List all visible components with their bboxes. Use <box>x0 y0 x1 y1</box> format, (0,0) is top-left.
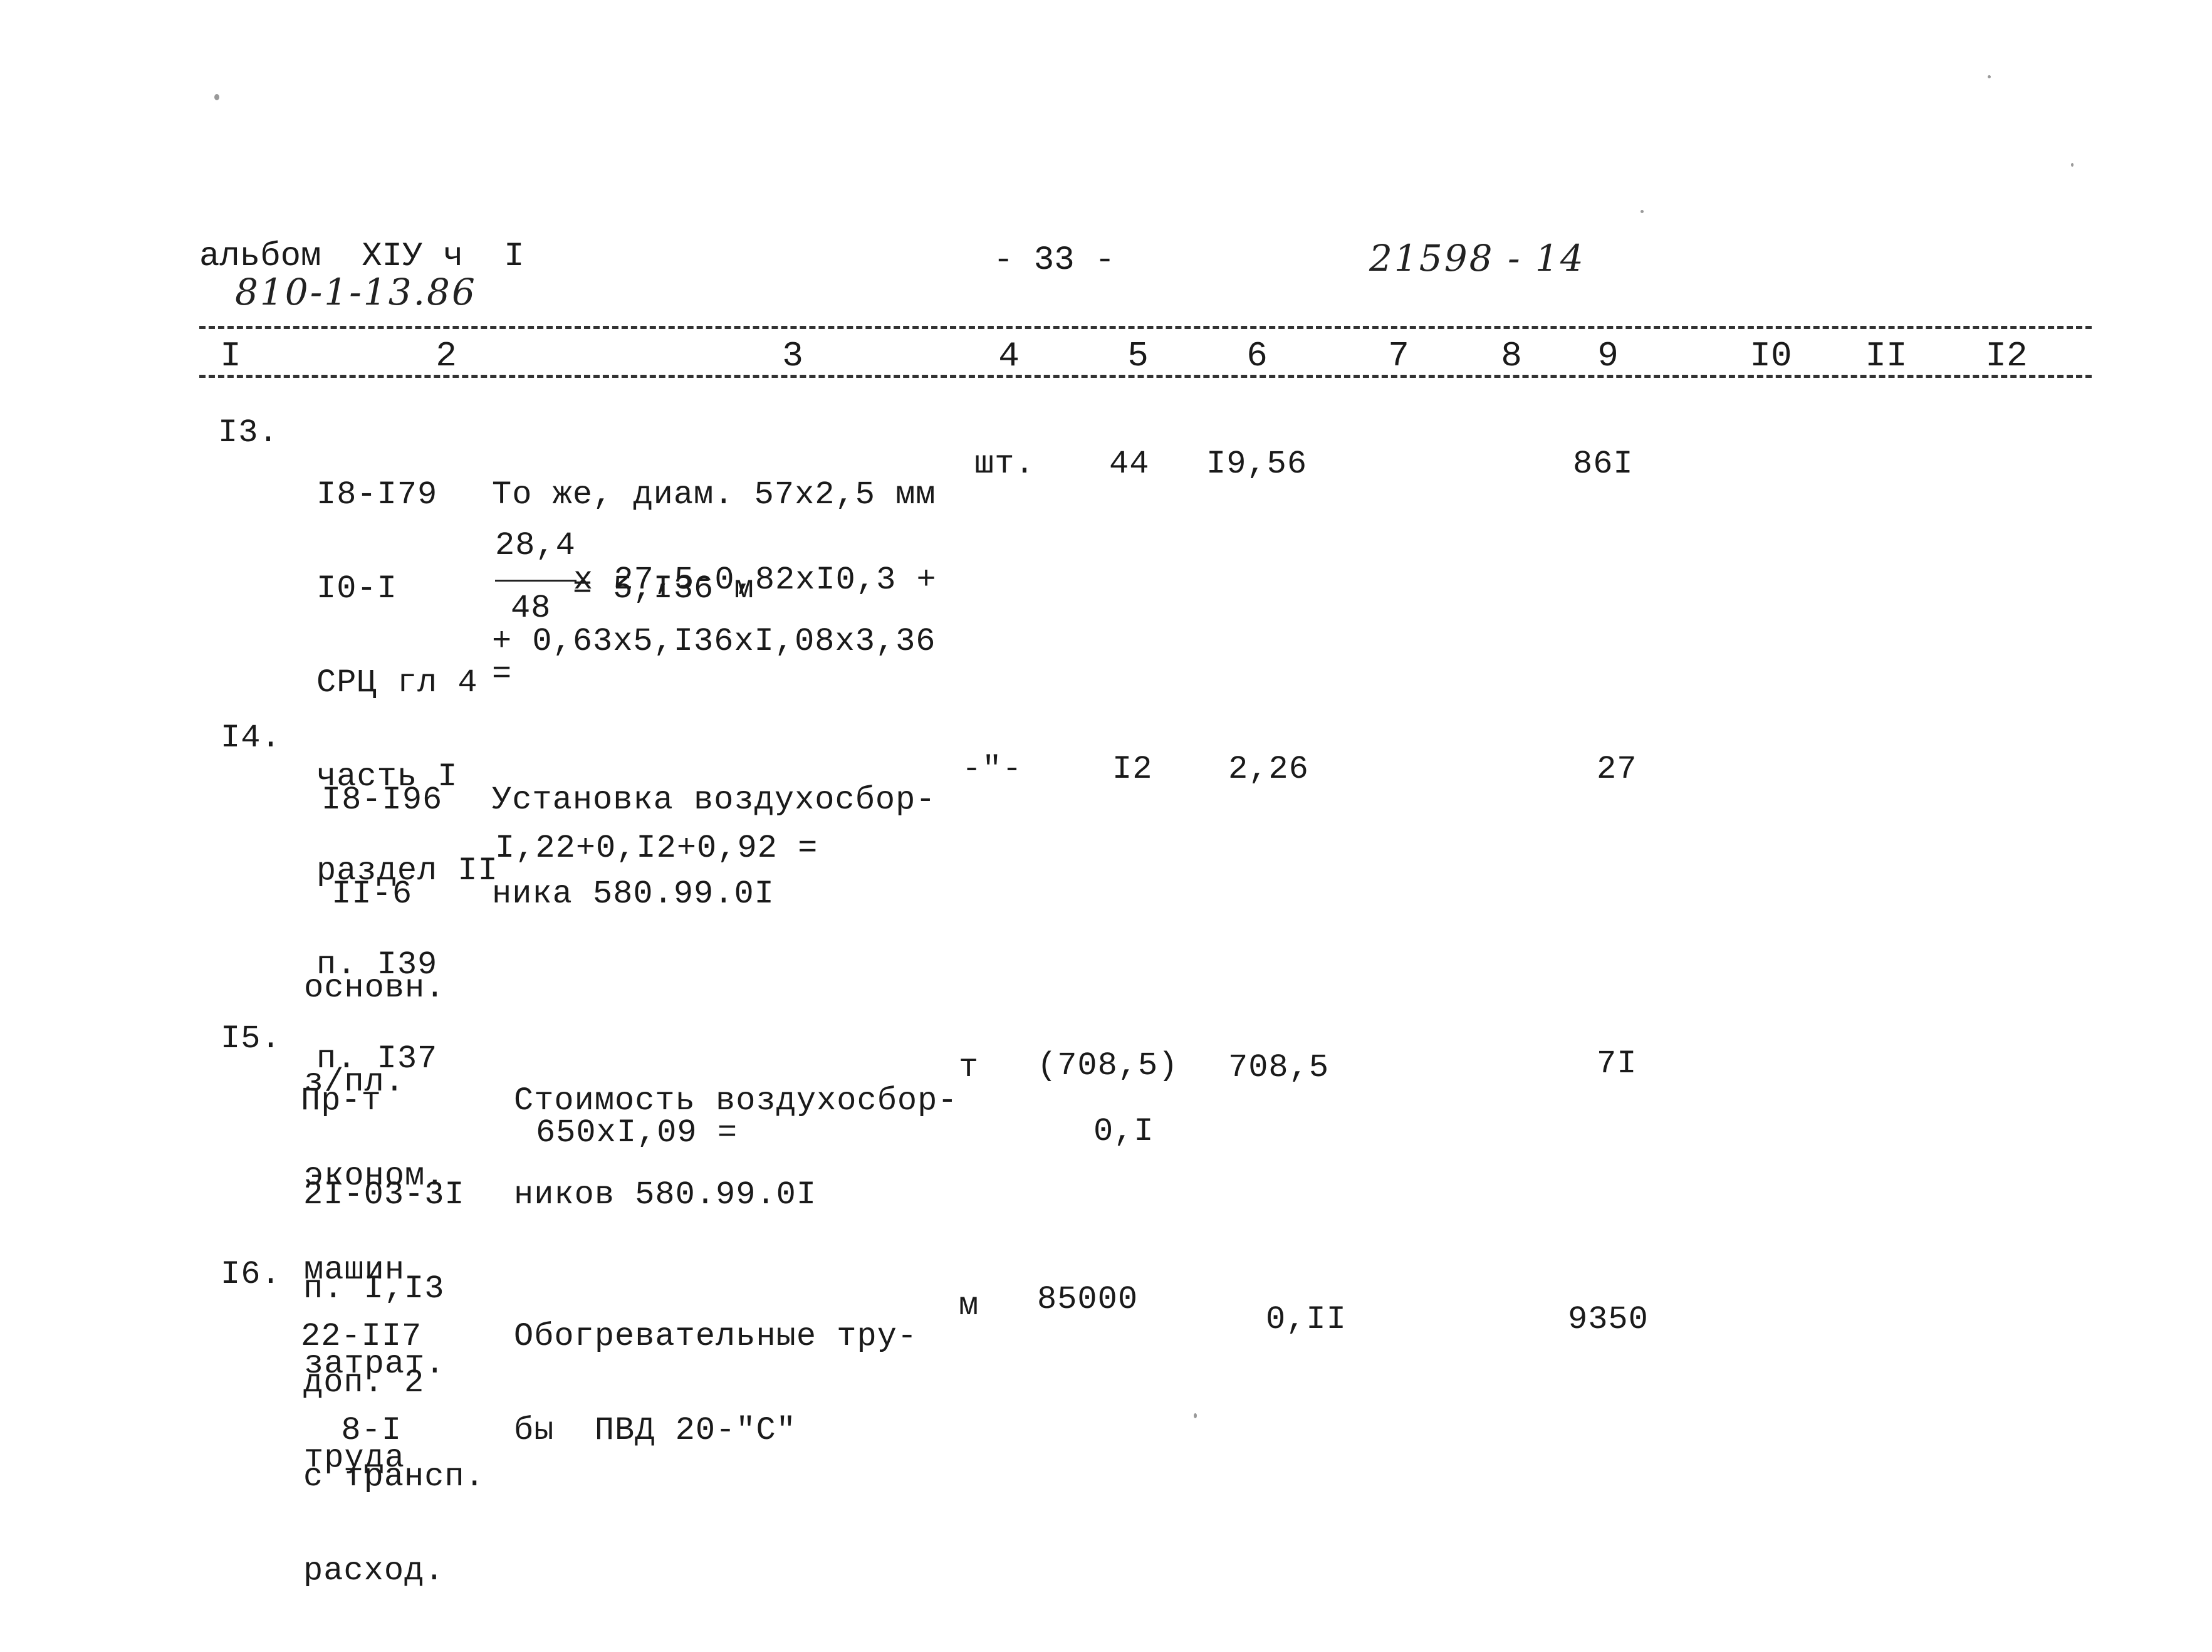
calc-after-bar: х 27,5-0,82хI0,3 + <box>573 562 937 599</box>
calc-line: I,22+0,I2+0,92 = <box>495 830 818 867</box>
code-line: расход. <box>303 1552 445 1589</box>
quantity: 85000 <box>1037 1281 1139 1318</box>
doc-number-handwritten: 21598 - 14 <box>1369 237 1585 280</box>
description-line: ников 580.99.0I <box>514 1176 817 1213</box>
album-label: альбом ХIУ ч I <box>199 238 524 276</box>
calc-denominator: 48 <box>511 590 551 627</box>
page-number: - 33 - <box>993 241 1115 280</box>
unit-price: 2,26 <box>1228 751 1309 788</box>
unit: т <box>959 1049 979 1086</box>
column-number-4: 4 <box>998 336 1020 376</box>
column-number-11: II <box>1865 336 1907 376</box>
album-code-handwritten: 810-1-13.86 <box>235 271 477 313</box>
quantity: I2 <box>1112 751 1153 788</box>
code-line: 22-II7 <box>301 1318 422 1355</box>
quantity-sub: 0,I <box>1093 1113 1154 1150</box>
header-dashed-rule-top <box>199 326 2092 329</box>
fraction-bar <box>495 580 576 582</box>
code-line: основн. <box>304 970 446 1006</box>
column-number-10: I0 <box>1750 336 1792 376</box>
row-code: 22-II7 8-I <box>301 1258 422 1509</box>
quantity: (708,5) <box>1037 1047 1179 1084</box>
calc-line: 650хI,09 = <box>536 1114 738 1151</box>
code-line: I8-I96 <box>321 782 443 818</box>
column-number-7: 7 <box>1388 336 1409 376</box>
scan-speck <box>1988 75 1991 78</box>
scan-speck <box>2071 163 2074 167</box>
column-number-9: 9 <box>1597 336 1619 376</box>
column-number-8: 8 <box>1501 336 1522 376</box>
row-number: I5. <box>221 1020 281 1057</box>
description-line: Установка воздухосбор- <box>492 782 936 818</box>
calc-line-2: + 0,63х5,I36хI,08х3,36 <box>492 623 936 660</box>
unit: м <box>959 1287 979 1324</box>
row-description: Обогревательные тру- бы ПВД 20-"С" <box>514 1258 917 1509</box>
description-line: бы ПВД 20-"С" <box>514 1412 796 1449</box>
total: 27 <box>1597 751 1637 788</box>
unit-price: I9,56 <box>1206 446 1308 483</box>
description-line: То же, диам. 57х2,5 мм <box>492 476 936 513</box>
quantity: 44 <box>1109 446 1150 483</box>
scan-speck <box>214 94 219 100</box>
calc-numerator: 28,4 <box>495 527 576 564</box>
scan-speck <box>1194 1413 1197 1418</box>
code-line: СРЦ гл 4 <box>316 664 478 701</box>
code-line: I0-I <box>316 570 397 607</box>
column-number-12: I2 <box>1985 336 2028 376</box>
unit-price: 0,II <box>1266 1301 1347 1338</box>
calc-line-3: = <box>492 656 513 693</box>
description-line: ника 580.99.0I <box>492 876 775 912</box>
column-number-2: 2 <box>436 336 457 376</box>
code-line: I8-I79 <box>316 476 438 513</box>
total: 86I <box>1573 446 1634 483</box>
description-line: Обогревательные тру- <box>514 1318 918 1355</box>
row-number: I6. <box>221 1256 281 1293</box>
code-line: 8-I <box>301 1412 402 1449</box>
column-number-1: I <box>220 336 241 376</box>
unit: -"- <box>962 751 1023 788</box>
row-number: I4. <box>221 719 281 756</box>
description-line: Стоимость воздухосбор- <box>514 1082 958 1119</box>
scan-speck <box>1641 210 1644 213</box>
column-number-3: 3 <box>782 336 803 376</box>
code-line: II-6 <box>311 876 413 912</box>
row-number: I3. <box>218 414 279 451</box>
total: 9350 <box>1568 1301 1649 1338</box>
column-number-5: 5 <box>1127 336 1149 376</box>
unit: шт. <box>974 446 1035 483</box>
unit-price: 708,5 <box>1228 1049 1330 1086</box>
code-line: Пр-т <box>301 1082 382 1119</box>
code-line: 2I-03-3I <box>303 1176 465 1213</box>
total: 7I <box>1597 1045 1637 1082</box>
column-number-6: 6 <box>1246 336 1268 376</box>
